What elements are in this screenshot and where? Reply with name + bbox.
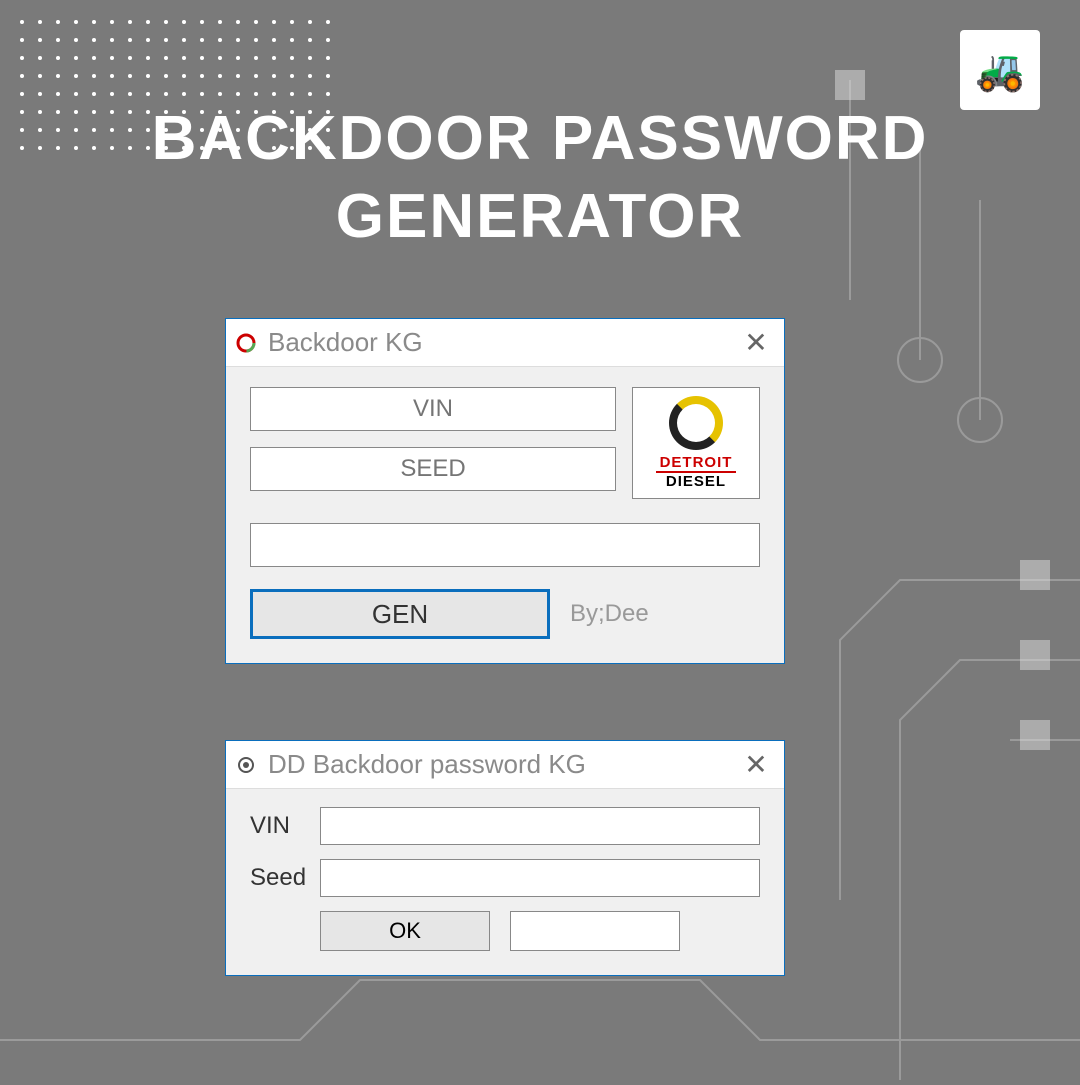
- page-title: BACKDOOR PASSWORD GENERATOR: [0, 100, 1080, 255]
- ok-button[interactable]: OK: [320, 911, 490, 951]
- window-dd-backdoor: DD Backdoor password KG ✕ VIN Seed OK: [225, 740, 785, 976]
- page-title-line1: BACKDOOR PASSWORD: [152, 104, 929, 173]
- close-icon[interactable]: ✕: [736, 326, 776, 359]
- brand-logo-icon: 🚜: [960, 30, 1040, 110]
- titlebar: Backdoor KG ✕: [226, 319, 784, 367]
- page-title-line2: GENERATOR: [336, 182, 744, 251]
- output-field: [510, 911, 680, 951]
- credit-label: By;Dee: [570, 600, 649, 628]
- brand-text-2: DIESEL: [666, 473, 726, 490]
- seed-input[interactable]: [320, 859, 760, 897]
- window-backdoor-kg: Backdoor KG ✕ DETROIT DIESEL GEN By;Dee: [225, 318, 785, 664]
- brand-text-1: DETROIT: [656, 454, 737, 473]
- vin-label: VIN: [250, 812, 310, 840]
- app-icon: [234, 331, 258, 355]
- seed-input[interactable]: [250, 447, 616, 491]
- gen-button[interactable]: GEN: [250, 589, 550, 639]
- seed-label: Seed: [250, 864, 310, 892]
- vin-input[interactable]: [320, 807, 760, 845]
- logo-ring-icon: [669, 396, 723, 450]
- vin-input[interactable]: [250, 387, 616, 431]
- detroit-diesel-logo: DETROIT DIESEL: [632, 387, 760, 499]
- close-icon[interactable]: ✕: [736, 748, 776, 781]
- window-title: DD Backdoor password KG: [268, 749, 736, 780]
- titlebar: DD Backdoor password KG ✕: [226, 741, 784, 789]
- output-field: [250, 523, 760, 567]
- window-title: Backdoor KG: [268, 327, 736, 358]
- app-icon: [234, 753, 258, 777]
